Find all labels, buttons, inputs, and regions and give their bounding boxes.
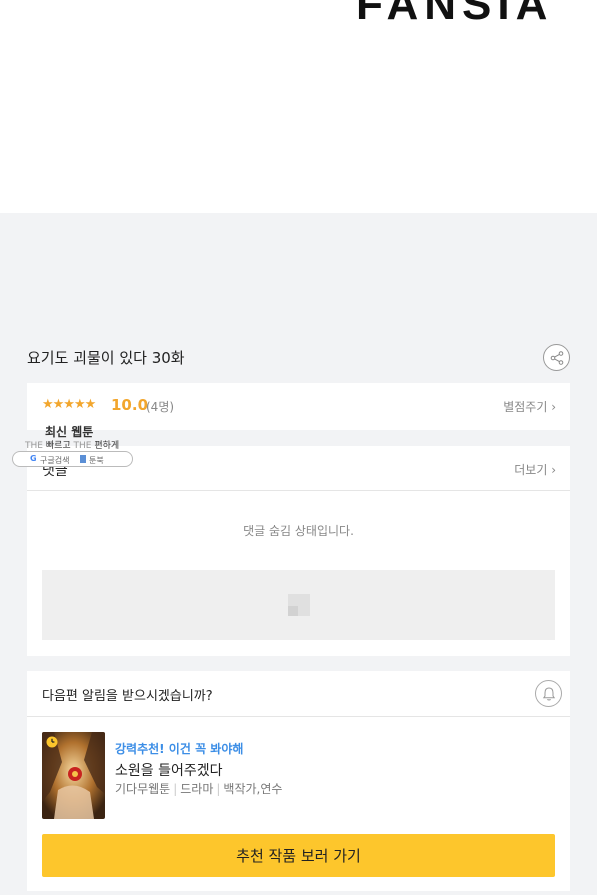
rating-stars: ★★★★★ [42,397,96,412]
view-recommended-button[interactable]: 추천 작품 보러 가기 [42,834,555,877]
ad-subline-1a: THE [25,441,43,451]
recommend-tag: 강력추천! 이건 꼭 봐야해 [115,742,244,756]
share-icon [550,350,563,365]
rate-button[interactable]: 별점주기 › [503,398,556,415]
ad-subline-1b: 빠르고 [45,441,71,451]
ad-subline: THE 빠르고 THE 편하게 [25,438,119,451]
notify-card: 다음편 알림을 받으시겠습니까? 강력추천! 이건 꼭 봐야해 소원을 들어주겠… [27,671,570,891]
recommended-meta: 기다무웹툰 | 드라마 | 백작가,연수 [115,782,283,796]
comment-input-box[interactable] [42,570,555,640]
more-comments-link[interactable]: 더보기 › [514,461,556,478]
notify-bell-button[interactable] [535,680,562,707]
recommended-thumbnail[interactable] [42,732,105,819]
share-button[interactable] [543,344,570,371]
recommended-title[interactable]: 소원을 들어주겠다 [115,760,223,780]
comments-hidden-message: 댓글 숨김 상태입니다. [243,524,354,538]
top-banner: FANSIA [0,0,597,213]
comment-placeholder-icon [287,594,310,616]
meta-genre: 드라마 [180,782,214,796]
clock-icon [46,736,58,748]
comment-card: 댓글 더보기 › 댓글 숨김 상태입니다. [27,446,570,656]
bell-icon [542,686,555,700]
notify-question: 다음편 알림을 받으시겠습니까? [42,689,213,704]
ad-subline-1c: THE [73,441,92,451]
ad-pill-search: 구글검색 [40,456,70,465]
rating-count: (4명) [146,400,175,414]
meta-authors: 백작가,연수 [223,782,283,796]
notify-header: 다음편 알림을 받으시겠습니까? [27,671,570,717]
ad-pill[interactable]: G 구글검색 툰북 [12,451,133,467]
meta-category: 기다무웹툰 [115,782,171,796]
ad-pill-toonbook: 툰북 [89,456,104,465]
brand-logo: FANSIA [356,0,554,29]
rating-score: 10.0 [111,396,149,414]
ad-subline-1d: 편하게 [94,441,120,451]
google-icon: G [30,454,37,463]
ad-banner[interactable]: 최신 웹툰 THE 빠르고 THE 편하게 G 구글검색 툰북 [12,420,142,470]
book-icon [80,455,86,463]
episode-title: 요기도 괴물이 있다 30화 [27,349,185,367]
